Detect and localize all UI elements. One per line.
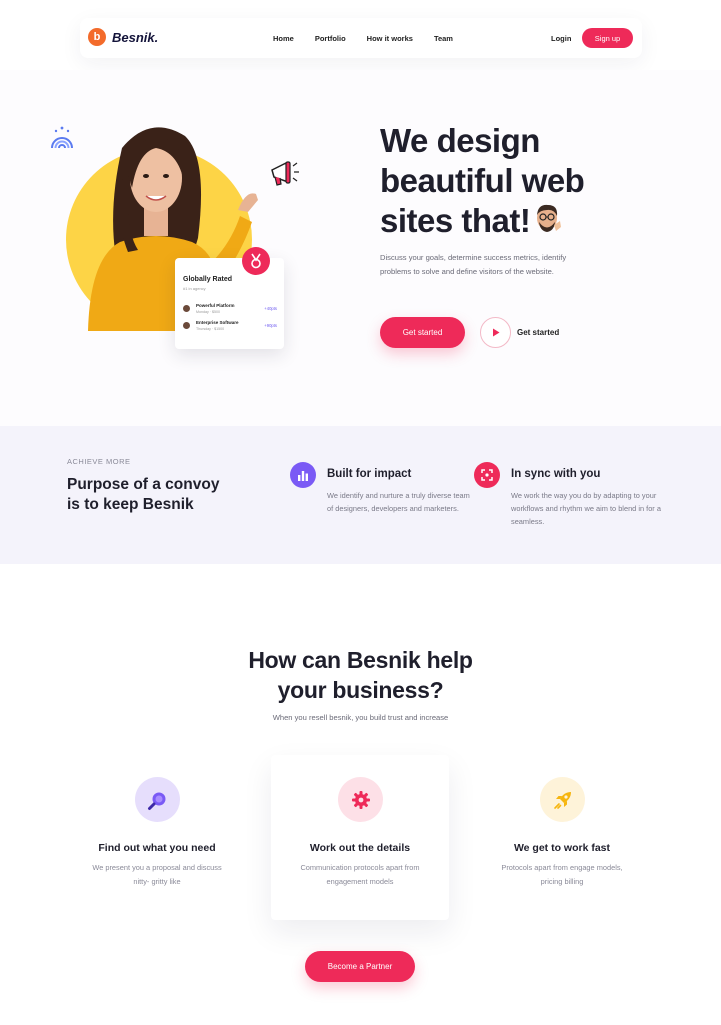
login-link[interactable]: Login [551,34,571,43]
get-started-button[interactable]: Get started [380,317,465,348]
hero-title-line: sites that! [380,202,531,239]
nav-link-team[interactable]: Team [434,34,453,43]
signup-button[interactable]: Sign up [582,28,633,48]
service-text: Protocols apart from engage models, pric… [501,863,623,886]
logo[interactable]: b Besnik. [88,28,158,46]
logo-text: Besnik. [112,29,159,45]
hero-title-line: We design [380,122,540,159]
avatar [183,305,190,312]
nav-links: Home Portfolio How it works Team [273,34,453,43]
nav-link-home[interactable]: Home [273,34,294,43]
globally-rated-card: Globally Rated #1 in agency Powerful Pla… [175,258,284,349]
hero-title: We design beautiful web sites that! [380,121,630,244]
rainbow-icon [48,124,76,157]
sync-icon [474,462,500,488]
rated-row: Enterprise Software Thursday · $1500 +90… [183,320,277,336]
rated-row-points: +40pts [264,306,277,311]
hero-title-line-with-emoji: sites that! [380,201,630,244]
how-title: How can Besnik help your business? [0,645,721,705]
play-video-button[interactable] [480,317,511,348]
medal-icon [242,247,270,275]
rated-row-meta: Monday · $500 [196,310,220,314]
rated-row-name: Enterprise Software [196,320,239,325]
play-icon [492,324,500,342]
service-title: Find out what you need [98,842,216,854]
feature-text: We identify and nurture a truly diverse … [327,491,470,513]
hero-description: Discuss your goals, determine success me… [380,253,567,276]
rocket-icon [540,777,585,822]
rated-card-subtitle: #1 in agency [183,286,206,291]
top-navigation: b Besnik. Home Portfolio How it works Te… [80,18,642,58]
megaphone-icon [268,158,300,193]
rated-row-meta: Thursday · $1500 [196,327,225,331]
get-started-link[interactable]: Get started [517,328,559,337]
service-title: Work out the details [309,842,411,854]
hero-title-line: beautiful web [380,162,585,199]
feature-title: Built for impact [327,468,412,480]
rated-row-points: +90pts [264,323,277,328]
avatar [183,322,190,329]
gear-icon [338,777,383,822]
rated-row: Powerful Platform Monday · $500 +40pts [183,303,277,319]
feature-title: In sync with you [511,468,601,480]
how-title-line: How can Besnik help [248,647,473,673]
service-title: We get to work fast [513,842,611,854]
achieve-eyebrow: ACHIEVE MORE [67,457,131,466]
chart-icon [290,462,316,488]
feature-text: We work the way you do by adapting to yo… [511,491,661,526]
how-title-line: your business? [277,677,444,703]
service-text: We present you a proposal and discuss ni… [92,863,222,886]
logo-mark: b [88,28,106,46]
rated-row-name: Powerful Platform [196,303,235,308]
service-text: Communication protocols apart from engag… [300,863,420,886]
how-subtitle: When you resell besnik, you build trust … [272,713,449,722]
rated-card-title: Globally Rated [183,276,233,283]
become-partner-button[interactable]: Become a Partner [305,951,415,982]
nav-link-how-it-works[interactable]: How it works [367,34,413,43]
search-icon [135,777,180,822]
memoji-icon [534,203,562,244]
nav-link-portfolio[interactable]: Portfolio [315,34,346,43]
achieve-title: Purpose of a convoy is to keep Besnik [67,476,220,513]
